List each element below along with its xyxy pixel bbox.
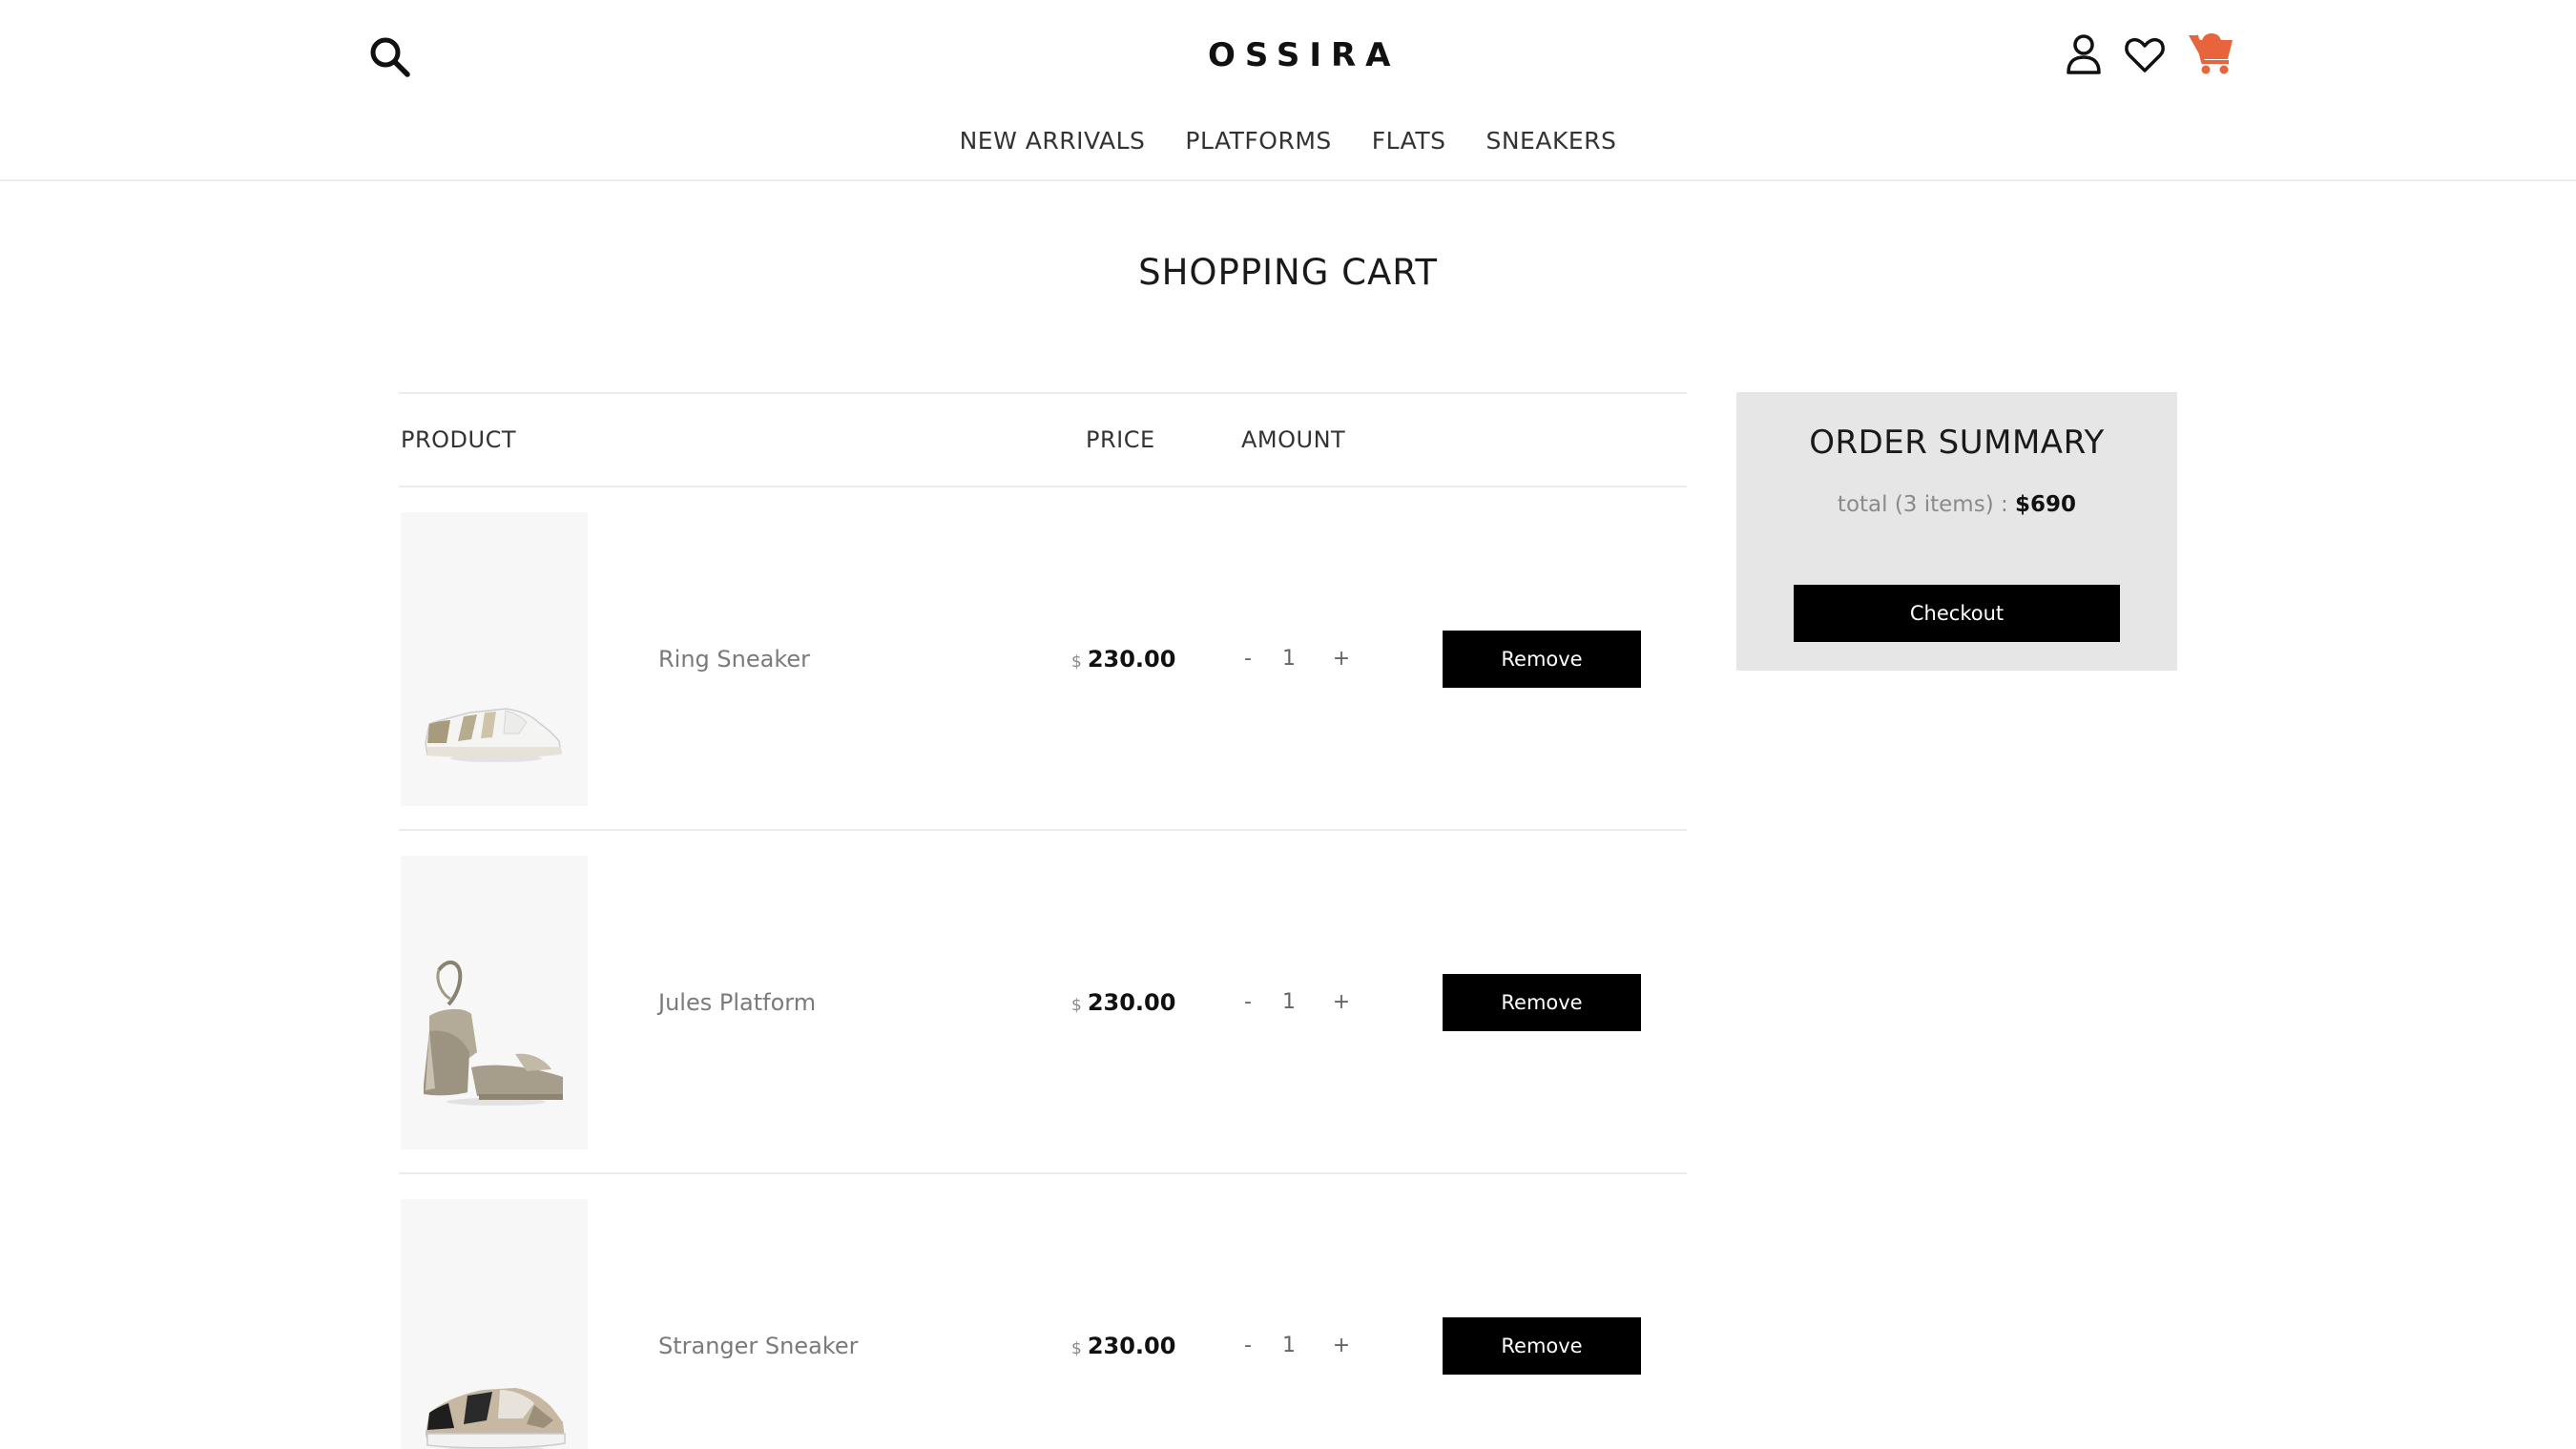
column-price: PRICE xyxy=(1086,426,1155,453)
nav-new-arrivals[interactable]: NEW ARRIVALS xyxy=(960,122,1146,160)
product-price: $230.00 xyxy=(1071,982,1175,1026)
product-name[interactable]: Jules Platform xyxy=(658,982,816,1024)
column-product: PRODUCT xyxy=(401,426,517,453)
product-image-stranger-sneaker[interactable] xyxy=(401,1199,588,1449)
main-nav: NEW ARRIVALS PLATFORMS FLATS SNEAKERS xyxy=(0,122,2576,160)
nav-sneakers[interactable]: SNEAKERS xyxy=(1485,122,1616,160)
quantity-value: 1 xyxy=(1282,990,1296,1014)
currency-symbol: $ xyxy=(1071,652,1082,672)
cart-table: PRODUCT PRICE AMOUNT Ring Sneaker $230.0… xyxy=(399,392,1687,1449)
product-image-jules-platform[interactable] xyxy=(401,856,588,1149)
search-icon[interactable] xyxy=(365,32,413,80)
site-header: OSSIRA NEW ARRIVALS PLATFORMS FLATS SNEA… xyxy=(0,0,2576,181)
product-price: $230.00 xyxy=(1071,1325,1175,1370)
product-name[interactable]: Ring Sneaker xyxy=(658,638,810,680)
page-title: SHOPPING CART xyxy=(1138,252,1438,293)
site-logo[interactable]: OSSIRA xyxy=(1208,29,1399,82)
increase-quantity-button[interactable]: + xyxy=(1332,982,1351,1024)
price-value: 230.00 xyxy=(1087,646,1176,673)
product-image-ring-sneaker[interactable] xyxy=(401,512,588,806)
table-header: PRODUCT PRICE AMOUNT xyxy=(399,394,1687,487)
account-icon[interactable] xyxy=(2060,31,2108,80)
column-amount: AMOUNT xyxy=(1241,426,1346,453)
product-name[interactable]: Stranger Sneaker xyxy=(658,1325,859,1367)
order-summary: ORDER SUMMARY total (3 items) : $690 Che… xyxy=(1736,392,2177,671)
remove-button[interactable]: Remove xyxy=(1443,631,1641,688)
increase-quantity-button[interactable]: + xyxy=(1332,1325,1351,1367)
quantity-value: 1 xyxy=(1282,647,1296,671)
order-total: total (3 items) : $690 xyxy=(1736,486,2177,524)
remove-button[interactable]: Remove xyxy=(1443,1317,1641,1375)
nav-platforms[interactable]: PLATFORMS xyxy=(1185,122,1331,160)
cart-row: Stranger Sneaker $230.00 - 1 + Remove xyxy=(399,1174,1687,1449)
order-summary-title: ORDER SUMMARY xyxy=(1809,424,2105,462)
order-total-label: total (3 items) : xyxy=(1837,492,2008,517)
cart-row: Jules Platform $230.00 - 1 + Remove xyxy=(399,831,1687,1174)
remove-button[interactable]: Remove xyxy=(1443,974,1641,1031)
checkout-button[interactable]: Checkout xyxy=(1794,585,2120,642)
decrease-quantity-button[interactable]: - xyxy=(1238,982,1257,1024)
nav-flats[interactable]: FLATS xyxy=(1372,122,1446,160)
heart-icon[interactable] xyxy=(2121,31,2169,80)
increase-quantity-button[interactable]: + xyxy=(1332,638,1351,680)
order-total-value: $690 xyxy=(2015,492,2077,517)
currency-symbol: $ xyxy=(1071,1339,1082,1358)
decrease-quantity-button[interactable]: - xyxy=(1238,1325,1257,1367)
product-price: $230.00 xyxy=(1071,638,1175,683)
currency-symbol: $ xyxy=(1071,996,1082,1015)
quantity-value: 1 xyxy=(1282,1334,1296,1357)
decrease-quantity-button[interactable]: - xyxy=(1238,638,1257,680)
cart-icon[interactable] xyxy=(2185,27,2238,80)
cart-row: Ring Sneaker $230.00 - 1 + Remove xyxy=(399,487,1687,831)
price-value: 230.00 xyxy=(1087,1333,1176,1359)
price-value: 230.00 xyxy=(1087,989,1176,1016)
